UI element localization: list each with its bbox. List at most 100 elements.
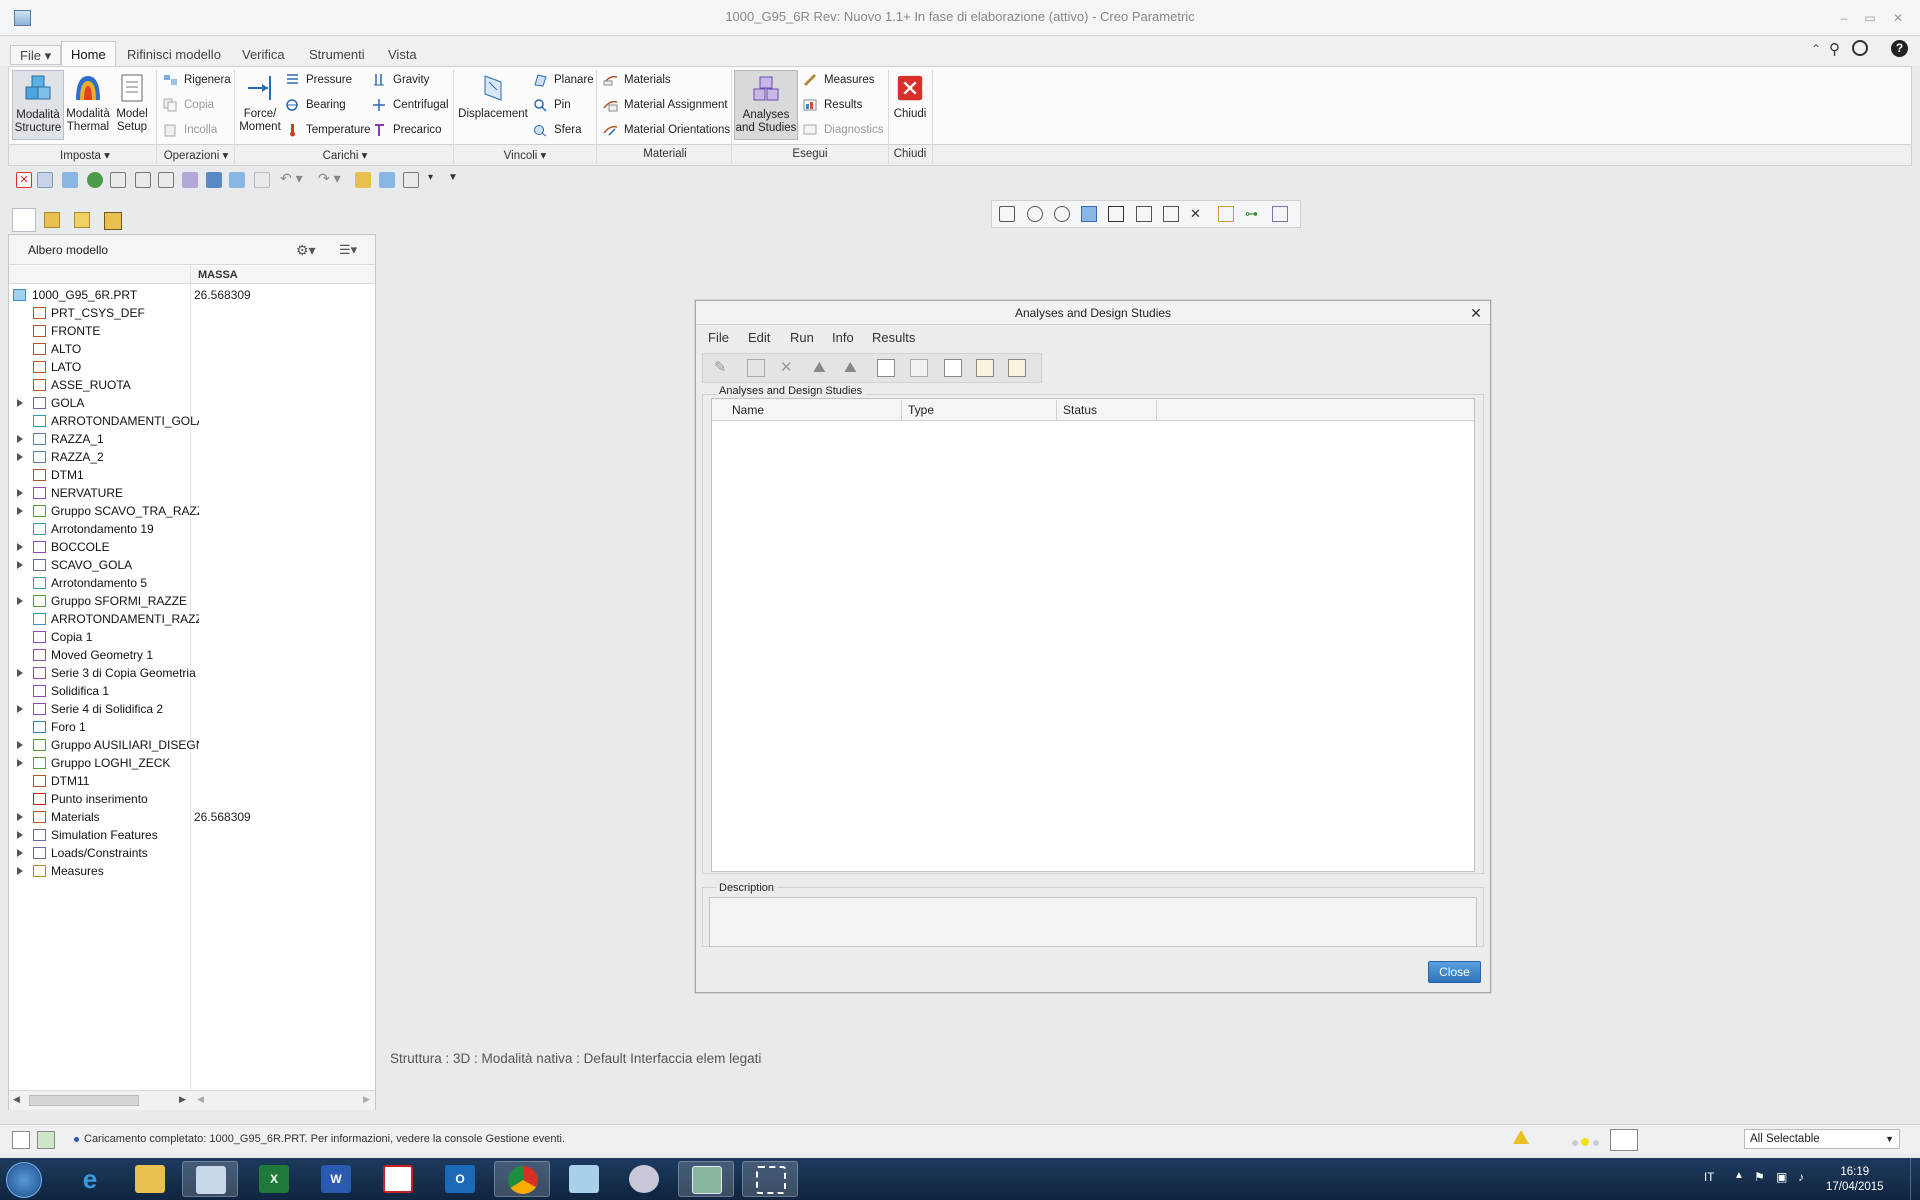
tree-row[interactable]: Gruppo LOGHI_ZECK: [9, 754, 375, 772]
tree-row[interactable]: Copia 1: [9, 628, 375, 646]
dialog-menu-results[interactable]: Results: [872, 330, 915, 345]
copy-icon[interactable]: [254, 172, 270, 188]
annotation-display-icon[interactable]: [1218, 206, 1234, 222]
rigenera-button[interactable]: Rigenera: [163, 70, 231, 90]
selection-filter[interactable]: All Selectable ▼: [1744, 1129, 1900, 1149]
status-icon[interactable]: [877, 359, 895, 377]
scroll-left-icon-2[interactable]: ◀: [197, 1094, 204, 1105]
tree-row[interactable]: Gruppo SFORMI_RAZZE: [9, 592, 375, 610]
model-setup-button[interactable]: Model Setup: [112, 70, 152, 140]
save-as-icon[interactable]: [229, 172, 245, 188]
sfera-button[interactable]: Sfera: [533, 120, 582, 140]
tray-expand-icon[interactable]: ▲: [1734, 1170, 1744, 1181]
start-run-icon[interactable]: ⛰: [813, 359, 831, 377]
copy-study-icon[interactable]: [747, 359, 765, 377]
expand-arrow-icon[interactable]: [17, 507, 23, 515]
book-icon[interactable]: [182, 172, 198, 188]
scroll-right-icon[interactable]: ▶: [179, 1094, 186, 1105]
dialog-close-button[interactable]: Close: [1428, 961, 1481, 983]
help-icon[interactable]: ?: [1891, 40, 1908, 57]
material-orientations-button[interactable]: Material Orientations: [603, 120, 730, 140]
scroll-left-icon[interactable]: ◀: [13, 1094, 20, 1105]
spin-center-icon[interactable]: ⊶: [1245, 206, 1261, 222]
dialog-close-icon[interactable]: ✕: [1468, 305, 1484, 321]
tab-vista[interactable]: Vista: [379, 44, 426, 66]
taskbar-explorer[interactable]: [122, 1161, 178, 1197]
column-status[interactable]: Status: [1063, 403, 1097, 417]
navigator-toggle-icon[interactable]: [12, 1131, 30, 1149]
taskbar-paint[interactable]: [182, 1161, 238, 1197]
tree-row[interactable]: Arrotondamento 19: [9, 520, 375, 538]
tree-row[interactable]: Serie 4 di Solidifica 2: [9, 700, 375, 718]
analyses-and-studies-button[interactable]: Analyses and Studies: [734, 70, 798, 140]
diagnostics-button[interactable]: Diagnostics: [803, 120, 883, 140]
tree-row[interactable]: ASSE_RUOTA: [9, 376, 375, 394]
results-window-icon[interactable]: [944, 359, 962, 377]
display-icon[interactable]: [87, 172, 103, 188]
tree-row[interactable]: ARROTONDAMENTI_GOLA: [9, 412, 375, 430]
measures-button[interactable]: Measures: [803, 70, 875, 90]
expand-arrow-icon[interactable]: [17, 813, 23, 821]
language-indicator[interactable]: IT: [1704, 1172, 1714, 1184]
edit-icon[interactable]: [110, 172, 126, 188]
expand-arrow-icon[interactable]: [17, 543, 23, 551]
expand-arrow-icon[interactable]: [17, 489, 23, 497]
gravity-button[interactable]: Gravity: [372, 70, 429, 90]
save-icon[interactable]: [206, 172, 222, 188]
tree-row[interactable]: DTM1: [9, 466, 375, 484]
displacement-button[interactable]: Displacement: [458, 70, 528, 140]
precarico-button[interactable]: Precarico: [372, 120, 442, 140]
regenerate-small-icon[interactable]: [379, 172, 395, 188]
column-type[interactable]: Type: [908, 403, 934, 417]
tree-row[interactable]: RAZZA_1: [9, 430, 375, 448]
community-icon[interactable]: [1852, 40, 1868, 56]
maximize-icon[interactable]: ▭: [1862, 12, 1878, 24]
dialog-menu-edit[interactable]: Edit: [748, 330, 770, 345]
zoom-out-icon[interactable]: [1054, 206, 1070, 222]
tree-row[interactable]: 1000_G95_6R.PRT 26.568309: [9, 286, 375, 304]
tree-row[interactable]: Moved Geometry 1: [9, 646, 375, 664]
simulation-display-icon[interactable]: [1272, 206, 1288, 222]
repaint-icon[interactable]: [1081, 206, 1097, 222]
group-vincoli[interactable]: Vincoli ▾: [485, 148, 565, 162]
incolla-button[interactable]: Incolla: [163, 120, 217, 140]
pressure-button[interactable]: Pressure: [285, 70, 352, 90]
temperature-button[interactable]: Temperature: [285, 120, 371, 140]
find-icon[interactable]: [1610, 1129, 1638, 1151]
pin-button[interactable]: Pin: [533, 95, 571, 115]
dialog-menu-file[interactable]: File: [708, 330, 729, 345]
tab-rifinisci-modello[interactable]: Rifinisci modello: [118, 44, 230, 66]
tree-row[interactable]: Loads/Constraints: [9, 844, 375, 862]
tree-row[interactable]: Gruppo SCAVO_TRA_RAZZE: [9, 502, 375, 520]
bearing-button[interactable]: Bearing: [285, 95, 346, 115]
view-icon[interactable]: [62, 172, 78, 188]
favorites-tab-icon[interactable]: [74, 212, 90, 228]
close-window-icon[interactable]: ✕: [1890, 12, 1906, 24]
expand-arrow-icon[interactable]: [17, 435, 23, 443]
sketch-icon[interactable]: [135, 172, 151, 188]
tree-columns-icon[interactable]: ☰▾: [339, 242, 357, 258]
taskbar-creo[interactable]: [678, 1161, 734, 1197]
taskbar-acrobat[interactable]: [370, 1161, 426, 1197]
studies-list[interactable]: [711, 398, 1475, 872]
tree-row[interactable]: PRT_CSYS_DEF: [9, 304, 375, 322]
taskbar-chrome[interactable]: [494, 1161, 550, 1197]
search-icon[interactable]: ⚲: [1829, 40, 1840, 58]
tree-row[interactable]: ALTO: [9, 340, 375, 358]
tree-row[interactable]: Solidifica 1: [9, 682, 375, 700]
tree-settings-icon[interactable]: ⚙▾: [296, 242, 316, 259]
taskbar-outlook[interactable]: O: [432, 1161, 488, 1197]
tree-row[interactable]: Serie 3 di Copia Geometria: [9, 664, 375, 682]
tree-row[interactable]: NERVATURE: [9, 484, 375, 502]
expand-arrow-icon[interactable]: [17, 669, 23, 677]
tree-row[interactable]: Punto inserimento: [9, 790, 375, 808]
edit-study-icon[interactable]: ✎: [714, 359, 732, 377]
expand-arrow-icon[interactable]: [17, 705, 23, 713]
stop-run-icon[interactable]: ⛰: [844, 359, 862, 377]
taskbar-ie[interactable]: e: [62, 1161, 118, 1197]
volume-icon[interactable]: ♪: [1798, 1170, 1804, 1184]
tree-row[interactable]: BOCCOLE: [9, 538, 375, 556]
group-operazioni[interactable]: Operazioni ▾: [158, 148, 234, 162]
flag-icon[interactable]: ⚑: [1754, 1170, 1765, 1184]
taskbar-snipping[interactable]: [742, 1161, 798, 1197]
